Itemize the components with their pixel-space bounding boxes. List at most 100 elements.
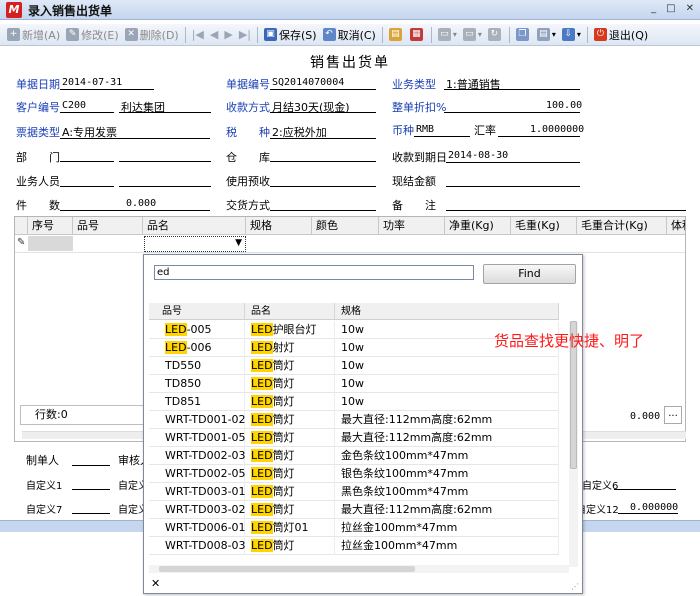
table-row[interactable]: ✎ ▼ <box>15 235 685 253</box>
remark-field[interactable] <box>446 210 686 211</box>
col-net-weight[interactable]: 净重(Kg) <box>445 217 511 235</box>
item-spec: 拉丝金100mm*47mm <box>335 519 559 537</box>
print-setup-button[interactable]: ▦ <box>407 26 428 44</box>
underline <box>60 112 114 113</box>
list-item[interactable]: WRT-TD001-02 LED筒灯 最大直径:112mm高度:62mm <box>149 411 559 429</box>
item-code-text: WRT-TD003-01 <box>165 485 246 498</box>
delete-icon: ✕ <box>124 28 138 41</box>
exit-button[interactable]: ⏻ 退出(Q) <box>591 26 651 44</box>
chevron-down-icon[interactable]: ▼ <box>235 238 242 248</box>
underline <box>270 112 376 113</box>
item-spec-text: 10w <box>341 377 364 390</box>
copy-button[interactable]: ❐ <box>513 26 534 44</box>
custom1-field[interactable] <box>72 489 110 490</box>
preview-button[interactable]: ▭ ▾ <box>460 26 485 44</box>
minimize-button[interactable]: _ <box>651 3 656 14</box>
lookup-horizontal-scrollbar[interactable] <box>149 565 569 573</box>
last-icon: ▶| <box>238 28 251 41</box>
list-item[interactable]: WRT-TD006-01 LED筒灯01 拉丝金100mm*47mm <box>149 519 559 537</box>
warehouse-field[interactable] <box>270 161 376 162</box>
remark-label: 备 注 <box>392 199 436 212</box>
item-code-text: WRT-TD008-03 <box>165 539 246 552</box>
prev-record-button[interactable]: ◀ <box>207 26 221 44</box>
print-button[interactable]: ▭ ▾ <box>435 26 460 44</box>
item-name-text: 筒灯 <box>272 431 295 444</box>
resize-grip-icon[interactable]: ⋰ <box>571 582 579 591</box>
export-button[interactable]: ⇩ ▾ <box>559 26 584 44</box>
list-item[interactable]: WRT-TD002-03 LED筒灯 金色条纹100mm*47mm <box>149 447 559 465</box>
col-seq[interactable]: 序号 <box>28 217 73 235</box>
underline <box>60 89 154 90</box>
col-gross-weight[interactable]: 毛重(Kg) <box>511 217 577 235</box>
custom7-field[interactable] <box>72 513 110 514</box>
cash-field[interactable] <box>446 186 580 187</box>
item-code-text: TD850 <box>165 377 202 390</box>
list-item[interactable]: TD850 LED筒灯 10w <box>149 375 559 393</box>
import-button[interactable]: ▤ <box>386 26 407 44</box>
refresh-button[interactable]: ↻ <box>485 26 506 44</box>
delete-button[interactable]: ✕ 删除(D) <box>122 26 182 44</box>
new-button[interactable]: + 新增(A) <box>4 26 63 44</box>
salesman-field[interactable] <box>60 186 114 187</box>
item-code: WRT-TD002-05 <box>149 465 246 483</box>
col-power[interactable]: 功率 <box>379 217 445 235</box>
dept-field[interactable] <box>60 161 114 162</box>
col-spec[interactable]: 规格 <box>246 217 312 235</box>
options-button[interactable]: ▤ ▾ <box>534 26 559 44</box>
lookup-col-code[interactable]: 品号 <box>149 303 245 320</box>
match-highlight: LED <box>251 359 273 372</box>
pay-method-label: 收款方式 <box>226 101 270 114</box>
more-button[interactable]: ... <box>664 406 682 424</box>
name-cell-editor[interactable]: ▼ <box>144 236 246 252</box>
list-item[interactable]: WRT-TD002-05 LED筒灯 银色条纹100mm*47mm <box>149 465 559 483</box>
edit-button[interactable]: ✎ 修改(E) <box>63 26 122 44</box>
page-title: 销售出货单 <box>310 55 390 71</box>
cust-code-field[interactable]: C200 <box>62 100 86 111</box>
cancel-button[interactable]: ↶ 取消(C) <box>320 26 379 44</box>
maximize-button[interactable]: □ <box>666 3 675 14</box>
doc-date-field[interactable]: 2014-07-31 <box>62 77 122 88</box>
first-record-button[interactable]: |◀ <box>189 26 207 44</box>
match-highlight: LED <box>251 395 273 408</box>
list-item[interactable]: WRT-TD003-01 LED筒灯 黑色条纹100mm*47mm <box>149 483 559 501</box>
list-item[interactable]: WRT-TD008-03 LED筒灯 拉丝金100mm*47mm <box>149 537 559 555</box>
item-spec-text: 最大直径:112mm高度:62mm <box>341 413 493 426</box>
annotation-text: 货品查找更快捷、明了 <box>494 332 645 350</box>
last-record-button[interactable]: ▶| <box>236 26 254 44</box>
lookup-vertical-scrollbar[interactable] <box>569 321 578 567</box>
list-item[interactable]: WRT-TD003-02 LED筒灯 最大直径:112mm高度:62mm <box>149 501 559 519</box>
currency-field[interactable]: RMB <box>416 124 434 135</box>
lookup-col-name[interactable]: 品名 <box>245 303 335 320</box>
list-item[interactable]: TD550 LED筒灯 10w <box>149 357 559 375</box>
close-icon[interactable]: ✕ <box>151 577 160 590</box>
item-spec-text: 银色条纹100mm*47mm <box>341 467 469 480</box>
custom12-field[interactable]: 0.000000 <box>630 502 678 513</box>
item-code: TD851 <box>149 393 245 411</box>
list-item[interactable]: WRT-TD001-05 LED筒灯 最大直径:112mm高度:62mm <box>149 429 559 447</box>
prepay-field[interactable] <box>270 186 376 187</box>
scrollbar-thumb[interactable] <box>159 566 415 572</box>
doc-no-field[interactable]: SQ2014070004 <box>272 77 344 88</box>
col-name[interactable]: 品名 <box>143 217 246 235</box>
prepay-label: 使用预收 <box>226 175 270 188</box>
col-code[interactable]: 品号 <box>73 217 143 235</box>
close-window-button[interactable]: ✕ <box>686 3 694 14</box>
col-volume[interactable]: 体积 <box>667 217 685 235</box>
lookup-col-spec[interactable]: 规格 <box>335 303 559 320</box>
save-button[interactable]: ▣ 保存(S) <box>261 26 320 44</box>
due-date-field[interactable]: 2014-08-30 <box>448 150 508 161</box>
toolbar-separator <box>586 26 588 43</box>
qty-label: 件 数 <box>16 199 60 212</box>
rate-label: 汇率 <box>474 124 496 137</box>
trade-label: 交货方式 <box>226 199 270 212</box>
col-color[interactable]: 颜色 <box>312 217 379 235</box>
find-button[interactable]: Find <box>483 264 576 284</box>
list-item[interactable]: TD851 LED筒灯 10w <box>149 393 559 411</box>
custom6-field[interactable] <box>614 489 676 490</box>
rate-field[interactable]: 1.0000000 <box>530 124 584 135</box>
col-gross-total[interactable]: 毛重合计(Kg) <box>577 217 667 235</box>
trade-field[interactable] <box>270 210 376 211</box>
lookup-search-input[interactable]: ed <box>154 265 474 280</box>
next-record-button[interactable]: ▶ <box>221 26 235 44</box>
discount-field[interactable]: 100.00 <box>546 100 582 111</box>
